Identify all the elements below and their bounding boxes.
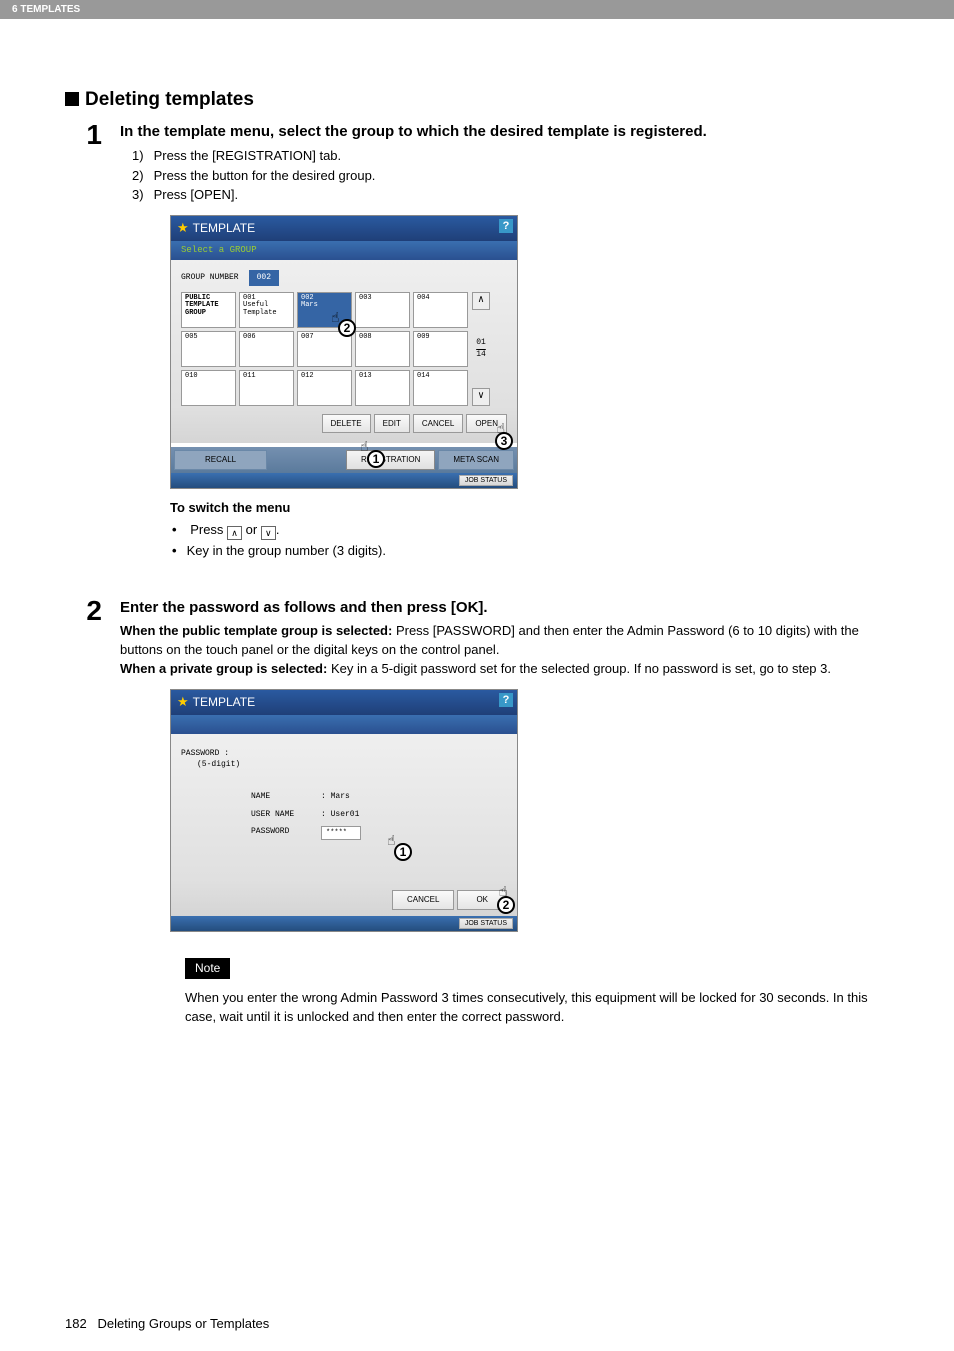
chapter-text: 6 TEMPLATES — [12, 4, 80, 15]
username-value: : User01 — [321, 809, 359, 821]
password-label-block: PASSWORD : (5-digit) — [181, 748, 507, 771]
section-heading-text: Deleting templates — [85, 89, 254, 110]
step-number-2: 2 — [65, 597, 120, 942]
page-footer: 182 Deleting Groups or Templates — [65, 1316, 269, 1331]
scroll-up-button[interactable]: ∧ — [472, 292, 490, 310]
step1-sub3: Press [OPEN]. — [132, 186, 889, 205]
footer-text: Deleting Groups or Templates — [98, 1316, 270, 1331]
page-number: 182 — [65, 1316, 87, 1331]
callout-1: 1 — [394, 843, 412, 861]
step1-title: In the template menu, select the group t… — [120, 121, 889, 143]
step1-sub2: Press the button for the desired group. — [132, 167, 889, 186]
group-number-label: GROUP NUMBER — [181, 272, 239, 284]
password-key: PASSWORD — [251, 826, 321, 840]
job-status-button[interactable]: JOB STATUS — [459, 918, 513, 929]
star-icon: ★ — [177, 219, 189, 238]
step2-private-text: Key in a 5-digit password set for the se… — [327, 661, 831, 676]
panel-title: TEMPLATE — [193, 220, 255, 237]
group-number-field[interactable]: 002 — [249, 270, 279, 286]
tab-recall[interactable]: RECALL — [174, 450, 267, 470]
panel-subtitle: Select a GROUP — [171, 241, 517, 260]
group-cell-013[interactable]: 013 — [355, 370, 410, 406]
callout-2: 2 — [497, 896, 515, 914]
open-button[interactable]: OPEN — [466, 414, 507, 434]
note-text: When you enter the wrong Admin Password … — [185, 989, 889, 1027]
tab-meta-scan[interactable]: META SCAN — [438, 450, 514, 470]
scroll-down-button[interactable]: ∨ — [472, 388, 490, 406]
help-button[interactable]: ? — [499, 693, 513, 707]
star-icon: ★ — [177, 693, 189, 712]
username-key: USER NAME — [251, 809, 321, 821]
group-cell-014[interactable]: 014 — [413, 370, 468, 406]
password-input[interactable]: ***** — [321, 826, 361, 840]
callout-1: 1 — [367, 450, 385, 468]
group-cell-008[interactable]: 008 — [355, 331, 410, 367]
callout-3: 3 — [495, 432, 513, 450]
tab-registration[interactable]: REGISTRATION — [346, 450, 435, 470]
section-heading: Deleting templates — [65, 89, 889, 111]
note-label: Note — [185, 958, 230, 979]
public-template-group-cell[interactable]: PUBLIC TEMPLATE GROUP — [181, 292, 236, 328]
page-indicator: 01 14 — [472, 337, 490, 360]
group-cell-010[interactable]: 010 — [181, 370, 236, 406]
chapter-header: 6 TEMPLATES — [0, 0, 954, 19]
help-button[interactable]: ? — [499, 219, 513, 233]
panel-titlebar: ★ TEMPLATE ? — [171, 216, 517, 241]
step2-title: Enter the password as follows and then p… — [120, 597, 889, 619]
group-cell-001[interactable]: 001 Useful Template — [239, 292, 294, 328]
group-cell-009[interactable]: 009 — [413, 331, 468, 367]
name-value: : Mars — [321, 791, 350, 803]
panel-subtitle-empty — [171, 715, 517, 734]
group-cell-006[interactable]: 006 — [239, 331, 294, 367]
group-cell-004[interactable]: 004 — [413, 292, 468, 328]
switch-line1: Press ∧ or ∨. — [172, 521, 889, 540]
group-cell-003[interactable]: 003 — [355, 292, 410, 328]
step1-sub1: Press the [REGISTRATION] tab. — [132, 147, 889, 166]
step2-public-prefix: When the public template group is select… — [120, 623, 392, 638]
switch-line2: Key in the group number (3 digits). — [172, 542, 889, 561]
square-icon — [65, 92, 79, 106]
cancel-button[interactable]: CANCEL — [392, 890, 454, 910]
down-arrow-icon: ∨ — [261, 526, 276, 540]
group-grid: PUBLIC TEMPLATE GROUP001 Useful Template… — [181, 292, 468, 406]
name-key: NAME — [251, 791, 321, 803]
password-panel: ★ TEMPLATE ? PASSWORD : (5-digit) NAME: — [170, 689, 518, 932]
edit-button[interactable]: EDIT — [374, 414, 410, 434]
step2-private-prefix: When a private group is selected: — [120, 661, 327, 676]
panel-title: TEMPLATE — [193, 694, 255, 711]
group-cell-005[interactable]: 005 — [181, 331, 236, 367]
step-number-1: 1 — [65, 121, 120, 581]
up-arrow-icon: ∧ — [227, 526, 242, 540]
job-status-button[interactable]: JOB STATUS — [459, 475, 513, 486]
switch-menu-title: To switch the menu — [170, 499, 889, 518]
delete-button[interactable]: DELETE — [322, 414, 371, 434]
group-cell-012[interactable]: 012 — [297, 370, 352, 406]
cancel-button[interactable]: CANCEL — [413, 414, 463, 434]
template-group-panel: ★ TEMPLATE ? Select a GROUP GROUP NUMBER… — [170, 215, 518, 489]
panel-titlebar: ★ TEMPLATE ? — [171, 690, 517, 715]
group-cell-011[interactable]: 011 — [239, 370, 294, 406]
